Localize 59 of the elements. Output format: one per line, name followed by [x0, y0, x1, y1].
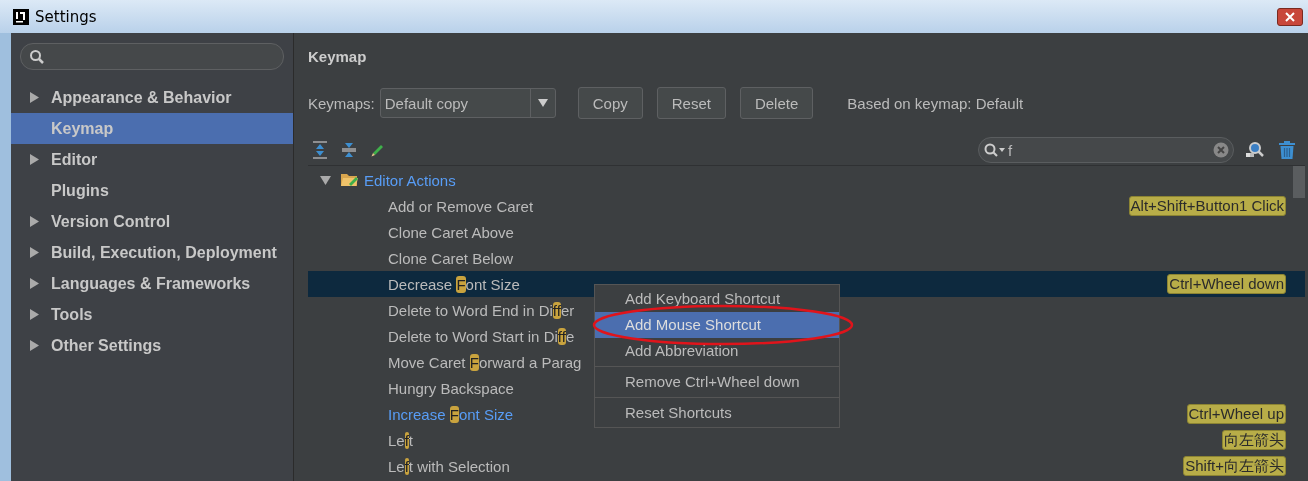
close-button[interactable]	[1277, 7, 1303, 26]
action-name[interactable]: Add or Remove Caret	[388, 197, 534, 215]
reset-button[interactable]: Reset	[656, 87, 726, 119]
action-name[interactable]: Clone Caret Below	[388, 249, 514, 267]
copy-button[interactable]: Copy	[577, 87, 643, 119]
collapse-all-icon[interactable]	[341, 141, 357, 159]
shortcut-badge: 向左箭头	[1222, 430, 1286, 450]
expand-arrow-icon	[29, 340, 39, 351]
menu-item[interactable]: Add Abbreviation	[595, 338, 839, 364]
expand-arrow-icon	[29, 154, 39, 165]
shortcut-badge: Shift+向左箭头	[1183, 456, 1286, 476]
pencil-icon[interactable]	[370, 142, 386, 158]
folder-icon	[340, 172, 360, 188]
panel-title: Keymap	[308, 48, 368, 67]
dropdown-arrow-icon	[537, 99, 548, 107]
shortcut-badge: Alt+Shift+Button1 Click	[1128, 196, 1286, 216]
delete-button[interactable]: Delete	[739, 87, 814, 119]
shortcut-badge: Ctrl+Wheel up	[1186, 404, 1286, 424]
window-title: Settings	[35, 7, 97, 26]
expand-arrow-icon[interactable]	[319, 175, 331, 185]
expand-arrow-icon	[29, 247, 39, 258]
scrollbar-thumb[interactable]	[1293, 166, 1305, 198]
menu-item[interactable]: Remove Ctrl+Wheel down	[595, 366, 839, 395]
action-name[interactable]: Hungry Backspace	[388, 379, 514, 397]
keymaps-label: Keymaps:	[308, 94, 375, 112]
action-name[interactable]: Decrease Font Size	[388, 275, 520, 293]
keymap-dropdown[interactable]: Default copy	[379, 88, 556, 118]
menu-item[interactable]: Add Mouse Shortcut	[595, 312, 839, 338]
search-icon	[984, 143, 1006, 157]
sidebar-item[interactable]: Appearance & Behavior	[11, 82, 293, 113]
action-name[interactable]: Left	[388, 431, 414, 449]
action-name[interactable]: Clone Caret Above	[388, 223, 514, 241]
sidebar-item[interactable]: Version Control	[11, 206, 293, 237]
expand-arrow-icon	[29, 309, 39, 320]
menu-item[interactable]: Reset Shortcuts	[595, 397, 839, 426]
clear-icon[interactable]	[1213, 142, 1229, 158]
expand-arrow-icon	[29, 216, 39, 227]
sidebar-item[interactable]: Languages & Frameworks	[11, 268, 293, 299]
sidebar-item[interactable]: Keymap	[11, 113, 293, 144]
trash-icon[interactable]	[1278, 140, 1296, 160]
sidebar-item[interactable]: Tools	[11, 299, 293, 330]
sidebar-item[interactable]: Plugins	[11, 175, 293, 206]
search-icon	[29, 48, 45, 65]
shortcut-search-field[interactable]: f	[978, 137, 1234, 163]
expand-arrow-icon	[29, 92, 39, 103]
group-label[interactable]: Editor Actions	[364, 171, 456, 189]
search-field[interactable]	[20, 43, 284, 70]
find-shortcut-icon[interactable]	[1245, 140, 1265, 160]
sidebar-item[interactable]: Build, Execution, Deployment	[11, 237, 293, 268]
sidebar-item[interactable]: Other Settings	[11, 330, 293, 361]
action-name[interactable]: Left with Selection	[388, 457, 510, 475]
close-icon	[1285, 11, 1295, 22]
expand-all-icon[interactable]	[312, 141, 328, 159]
expand-arrow-icon	[29, 278, 39, 289]
app-logo-icon	[13, 8, 29, 25]
based-on-label: Based on keymap: Default	[847, 94, 1024, 112]
shortcut-badge: Ctrl+Wheel down	[1167, 274, 1286, 294]
sidebar-item[interactable]: Editor	[11, 144, 293, 175]
menu-item[interactable]: Add Keyboard Shortcut	[595, 286, 839, 312]
